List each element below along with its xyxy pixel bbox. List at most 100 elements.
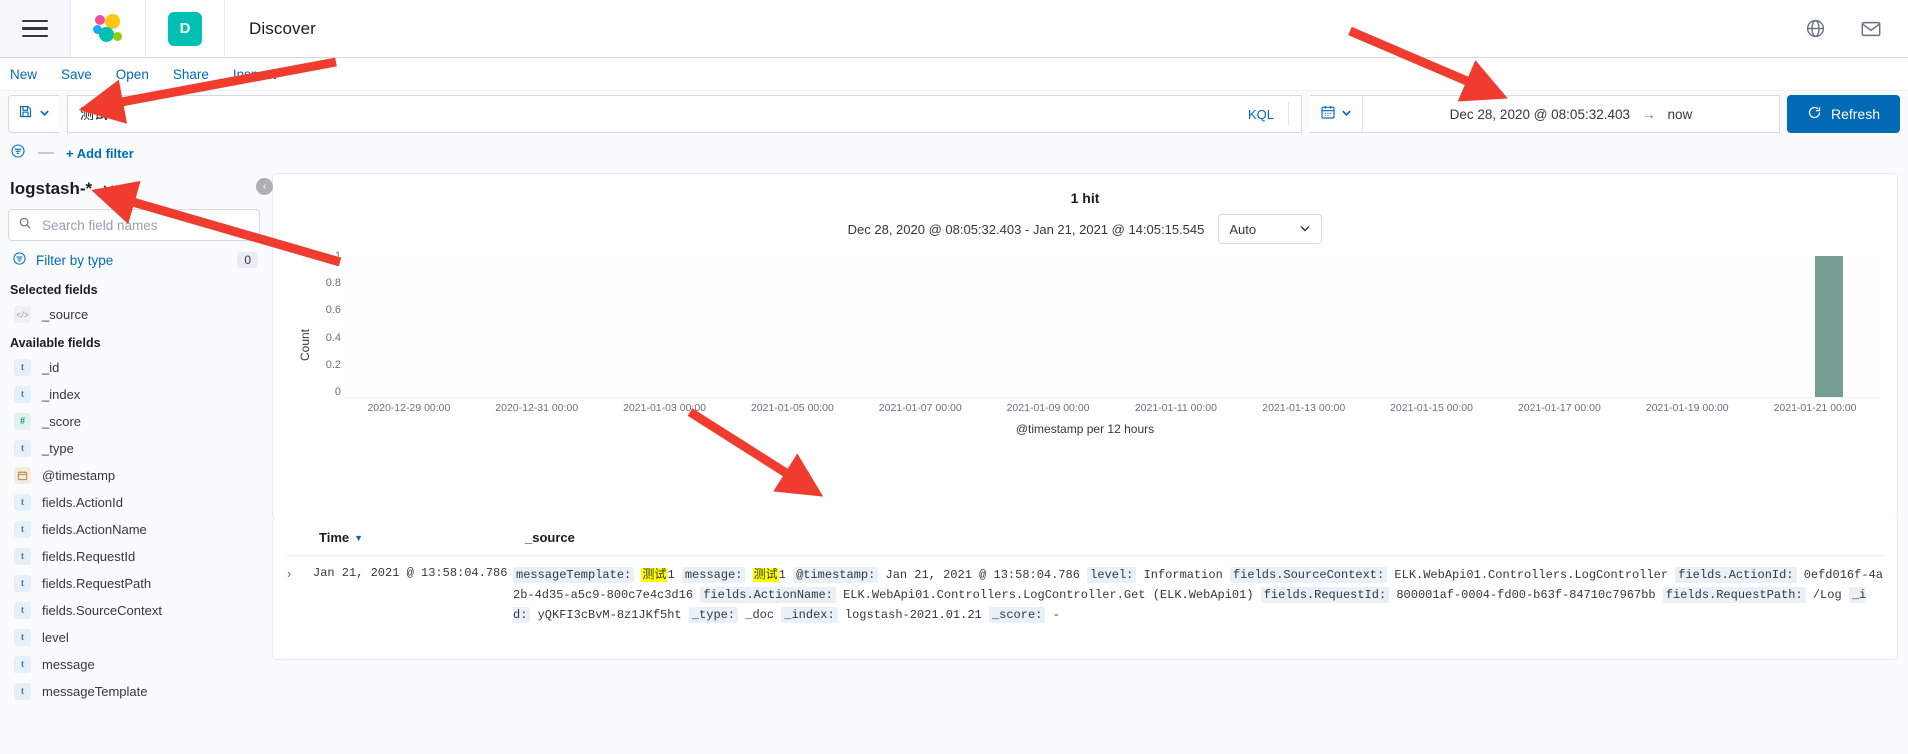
field-label: @timestamp: [42, 468, 116, 483]
field-item-timestamp[interactable]: @timestamp: [6, 462, 262, 489]
date-range-display[interactable]: Dec 28, 2020 @ 08:05:32.403 → now: [1363, 107, 1779, 122]
source-value: logstash-2021.01.21: [844, 608, 982, 622]
interval-value: Auto: [1229, 221, 1257, 237]
filter-by-type-count: 0: [237, 252, 258, 268]
filter-icon[interactable]: [10, 143, 26, 164]
field-item-_id[interactable]: t _id: [6, 354, 262, 381]
filter-by-type-button[interactable]: Filter by type 0: [6, 245, 262, 275]
source-key: _index:: [781, 607, 838, 623]
x-tick: 2021-01-17 00:00: [1517, 402, 1601, 414]
refresh-icon: [1807, 105, 1822, 123]
source-key: _type:: [688, 607, 739, 623]
source-value: 800001af-0004-fd00-b63f-84710c7967bb: [1396, 588, 1656, 602]
search-field-names-input[interactable]: [40, 216, 250, 234]
x-tick: 2021-01-07 00:00: [878, 402, 962, 414]
field-item-message[interactable]: t message: [6, 651, 262, 678]
field-item-fields-actionname[interactable]: t fields.ActionName: [6, 516, 262, 543]
interval-select[interactable]: Auto: [1218, 214, 1323, 244]
field-item-fields-sourcecontext[interactable]: t fields.SourceContext: [6, 597, 262, 624]
header-actions: [1805, 0, 1908, 57]
index-pattern-selector[interactable]: logstash-*: [6, 173, 262, 209]
saved-query-button[interactable]: [8, 95, 59, 133]
x-axis-label: @timestamp per 12 hours: [1015, 422, 1155, 436]
x-tick: 2021-01-21 00:00: [1773, 402, 1857, 414]
field-label: level: [42, 630, 69, 645]
date-picker[interactable]: Dec 28, 2020 @ 08:05:32.403 → now: [1309, 95, 1780, 133]
caret-down-icon[interactable]: ▼: [354, 533, 363, 543]
x-tick: 2020-12-29 00:00: [367, 402, 451, 414]
date-type-icon: [14, 467, 31, 484]
source-type-icon: </>: [14, 306, 31, 323]
field-search-box[interactable]: [8, 209, 260, 241]
mail-icon[interactable]: [1860, 18, 1882, 40]
field-item-fields-actionid[interactable]: t fields.ActionId: [6, 489, 262, 516]
chevron-right-icon: ›: [287, 566, 292, 581]
nav-item-new[interactable]: New: [10, 67, 37, 82]
field-sidebar: logstash-* Filter by: [0, 169, 272, 754]
table-header: Time ▼ _source: [287, 520, 1883, 556]
nav-item-open[interactable]: Open: [116, 67, 149, 82]
search-input[interactable]: 测试 KQL: [67, 95, 1302, 133]
menu-button[interactable]: [0, 0, 71, 57]
search-icon: [18, 216, 32, 235]
available-fields-title: Available fields: [10, 336, 101, 350]
field-item-_source[interactable]: </> _source: [6, 301, 262, 328]
globe-icon[interactable]: [1805, 18, 1826, 39]
date-end[interactable]: now: [1668, 107, 1693, 122]
time-column-header[interactable]: Time ▼: [319, 530, 519, 545]
nav-item-share[interactable]: Share: [173, 67, 209, 82]
date-start[interactable]: Dec 28, 2020 @ 08:05:32.403: [1450, 107, 1630, 122]
app-badge-button[interactable]: D: [146, 0, 225, 57]
source-value: _doc: [745, 608, 775, 622]
time-column-label: Time: [319, 530, 350, 545]
histogram-chart: Count 1 0.8 0.6 0.4 0.2 0 2020-12-29 00:…: [287, 250, 1883, 440]
table-row[interactable]: › Jan 21, 2021 @ 13:58:04.786 messageTem…: [287, 556, 1883, 625]
chart-time-range: Dec 28, 2020 @ 08:05:32.403 - Jan 21, 20…: [847, 221, 1205, 237]
source-key: fields.RequestId:: [1260, 587, 1390, 603]
field-item-messagetemplate[interactable]: t messageTemplate: [6, 678, 262, 705]
histogram-panel: 1 hit Dec 28, 2020 @ 08:05:32.403 - Jan …: [272, 173, 1898, 521]
string-type-icon: t: [14, 440, 31, 457]
discover-top-nav: New Save Open Share Inspect: [0, 58, 1908, 91]
field-label: fields.RequestId: [42, 549, 136, 564]
page-title: Discover: [249, 18, 316, 38]
string-type-icon: t: [14, 602, 31, 619]
source-value: ELK.WebApi01.Controllers.LogController: [1394, 568, 1669, 582]
app-badge: D: [168, 11, 202, 46]
string-type-icon: t: [14, 359, 31, 376]
string-type-icon: t: [14, 494, 31, 511]
elastic-logo-button[interactable]: [71, 0, 146, 57]
field-item-fields-requestid[interactable]: t fields.RequestId: [6, 543, 262, 570]
highlight-text: 测试: [752, 568, 779, 582]
nav-item-inspect[interactable]: Inspect: [233, 67, 277, 82]
expand-row-button[interactable]: ›: [287, 565, 313, 625]
save-disk-icon: [18, 104, 33, 124]
add-filter-button[interactable]: + Add filter: [66, 146, 134, 161]
global-header: D Discover: [0, 0, 1908, 58]
histogram-bar[interactable]: [1815, 256, 1843, 397]
field-item-fields-requestpath[interactable]: t fields.RequestPath: [6, 570, 262, 597]
field-item-level[interactable]: t level: [6, 624, 262, 651]
field-item-_index[interactable]: t _index: [6, 381, 262, 408]
source-key: level:: [1087, 567, 1137, 583]
index-pattern-label: logstash-*: [10, 179, 93, 198]
refresh-button[interactable]: Refresh: [1786, 95, 1900, 133]
chart-header: Dec 28, 2020 @ 08:05:32.403 - Jan 21, 20…: [287, 208, 1883, 246]
source-value-messagetemplate: 测试1: [641, 568, 675, 582]
plot-area[interactable]: [345, 256, 1879, 398]
source-key: fields.SourceContext:: [1229, 567, 1388, 583]
field-item-_score[interactable]: # _score: [6, 408, 262, 435]
nav-item-save[interactable]: Save: [61, 67, 92, 82]
chevron-down-icon: [1341, 105, 1352, 123]
hit-count: 1 hit: [1070, 190, 1100, 206]
y-tick: 0.4: [325, 331, 341, 344]
source-value: /Log: [1812, 588, 1842, 602]
sidebar-collapse-button[interactable]: ‹: [256, 178, 273, 195]
string-type-icon: t: [14, 683, 31, 700]
query-language-button[interactable]: KQL: [1248, 102, 1289, 126]
y-tick: 0: [334, 385, 341, 398]
source-column-header[interactable]: _source: [525, 530, 575, 545]
field-item-_type[interactable]: t _type: [6, 435, 262, 462]
date-quick-select-button[interactable]: [1310, 96, 1363, 132]
x-tick: 2021-01-13 00:00: [1262, 402, 1346, 414]
